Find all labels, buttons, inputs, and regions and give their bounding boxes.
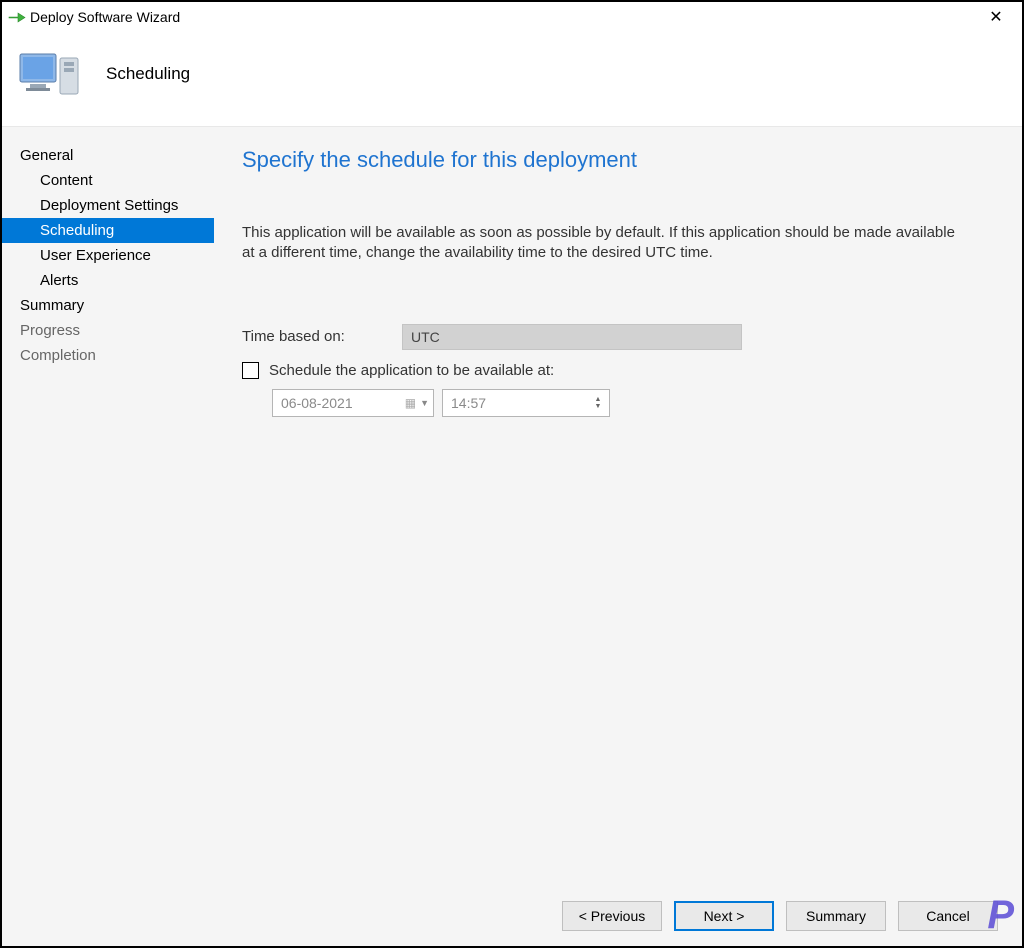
schedule-date-value: 06-08-2021 [281,395,353,411]
sidebar-item-general[interactable]: General [2,143,214,168]
schedule-available-label: Schedule the application to be available… [269,362,554,379]
sidebar-item-scheduling[interactable]: Scheduling [2,218,214,243]
window-title: Deploy Software Wizard [26,9,976,25]
schedule-available-checkbox[interactable] [242,362,259,379]
sidebar-item-alerts[interactable]: Alerts [2,268,214,293]
time-based-on-row: Time based on: UTC [242,324,992,350]
previous-button[interactable]: < Previous [562,901,662,931]
sidebar-item-deployment-settings[interactable]: Deployment Settings [2,193,214,218]
schedule-time-value: 14:57 [451,395,486,411]
sidebar-item-user-experience[interactable]: User Experience [2,243,214,268]
calendar-icon: ▦ [405,396,416,410]
schedule-time-input[interactable]: 14:57 ▲▼ [442,389,610,417]
content-heading: Specify the schedule for this deployment [242,147,992,173]
sidebar-item-content[interactable]: Content [2,168,214,193]
time-based-on-value: UTC [411,329,440,345]
schedule-datetime-row: 06-08-2021 ▦ ▼ 14:57 ▲▼ [272,389,992,417]
computer-icon [18,46,82,102]
summary-button[interactable]: Summary [786,901,886,931]
schedule-available-row: Schedule the application to be available… [242,362,992,379]
chevron-down-icon: ▼ [420,398,429,408]
content-pane: Specify the schedule for this deployment… [214,127,1022,946]
time-based-on-select: UTC [402,324,742,350]
wizard-footer: < Previous Next > Summary Cancel [214,886,1022,946]
content-description: This application will be available as so… [242,223,962,264]
sidebar-item-summary[interactable]: Summary [2,293,214,318]
deploy-arrow-icon [8,8,26,26]
wizard-header: Scheduling [2,32,1022,126]
page-title: Scheduling [106,64,190,84]
wizard-window: Deploy Software Wizard ✕ Scheduling Gene… [0,0,1024,948]
next-button[interactable]: Next > [674,901,774,931]
wizard-body: General Content Deployment Settings Sche… [2,126,1022,946]
titlebar: Deploy Software Wizard ✕ [2,2,1022,32]
time-spinner-icon[interactable]: ▲▼ [591,396,605,410]
sidebar-item-progress: Progress [2,318,214,343]
content-inner: Specify the schedule for this deployment… [214,127,1022,886]
time-based-on-label: Time based on: [242,328,402,345]
sidebar-item-completion: Completion [2,343,214,368]
close-icon[interactable]: ✕ [976,7,1016,27]
cancel-button[interactable]: Cancel [898,901,998,931]
schedule-date-input[interactable]: 06-08-2021 ▦ ▼ [272,389,434,417]
sidebar: General Content Deployment Settings Sche… [2,127,214,946]
